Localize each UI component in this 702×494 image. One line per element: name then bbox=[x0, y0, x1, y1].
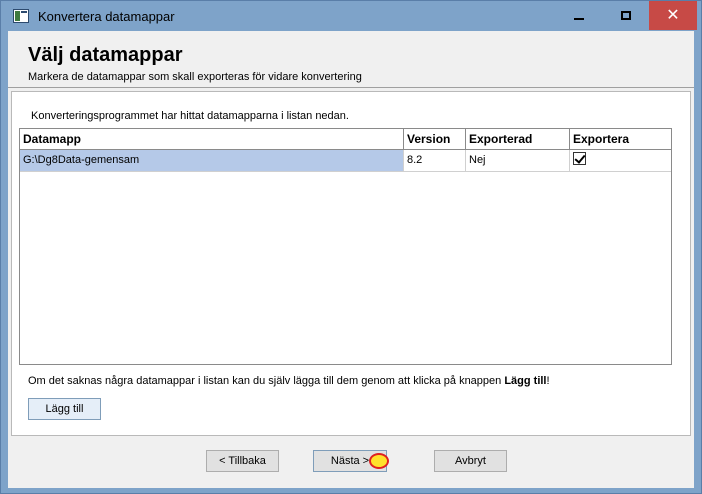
dialog-client: Välj datamappar Markera de datamappar so… bbox=[8, 31, 694, 488]
dialog-window: Konvertera datamappar ✕ Välj datamappar … bbox=[0, 0, 702, 494]
cell-exportera bbox=[570, 150, 671, 171]
datamapp-table[interactable]: Datamapp Version Exporterad Exportera G:… bbox=[19, 128, 672, 365]
cell-datamapp[interactable]: G:\Dg8Data-gemensam bbox=[20, 150, 404, 171]
column-header-exporterad[interactable]: Exporterad bbox=[466, 129, 570, 149]
close-button[interactable]: ✕ bbox=[649, 1, 697, 30]
column-header-exportera[interactable]: Exportera bbox=[570, 129, 671, 149]
maximize-button[interactable] bbox=[603, 1, 648, 30]
add-folder-button[interactable]: Lägg till bbox=[28, 398, 101, 420]
maximize-icon bbox=[620, 11, 631, 20]
page-subtitle: Markera de datamappar som skall exporter… bbox=[28, 71, 362, 83]
title-bar[interactable]: Konvertera datamappar ✕ bbox=[1, 1, 701, 31]
table-header: Datamapp Version Exporterad Exportera bbox=[20, 129, 671, 150]
cancel-button[interactable]: Avbryt bbox=[434, 450, 507, 472]
cell-version: 8.2 bbox=[404, 150, 466, 171]
app-icon bbox=[13, 9, 29, 23]
cell-exporterad: Nej bbox=[466, 150, 570, 171]
table-row[interactable]: G:\Dg8Data-gemensam 8.2 Nej bbox=[20, 150, 671, 172]
missing-folders-text: Om det saknas några datamappar i listan … bbox=[28, 375, 550, 387]
minimize-icon bbox=[573, 17, 584, 20]
close-icon: ✕ bbox=[666, 6, 680, 24]
window-title: Konvertera datamappar bbox=[38, 9, 175, 24]
minimize-button[interactable] bbox=[556, 1, 601, 30]
cursor-highlight bbox=[369, 453, 389, 469]
page-title: Välj datamappar bbox=[28, 44, 183, 66]
exportera-checkbox[interactable] bbox=[573, 152, 586, 165]
content-panel: Konverteringsprogrammet har hittat datam… bbox=[11, 91, 691, 436]
back-button[interactable]: < Tillbaka bbox=[206, 450, 279, 472]
wizard-header: Välj datamappar Markera de datamappar so… bbox=[8, 31, 694, 88]
info-text: Konverteringsprogrammet har hittat datam… bbox=[31, 110, 349, 122]
column-header-datamapp[interactable]: Datamapp bbox=[20, 129, 404, 149]
column-header-version[interactable]: Version bbox=[404, 129, 466, 149]
